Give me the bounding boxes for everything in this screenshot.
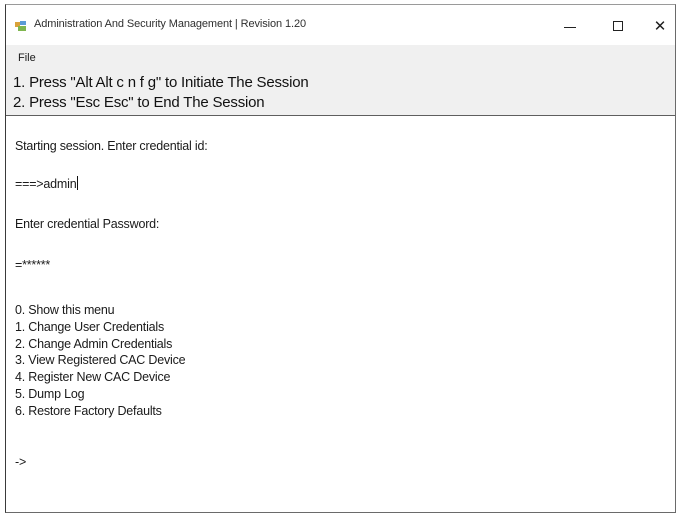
console-line-password-prompt: Enter credential Password: xyxy=(15,217,160,231)
console-line-starting: Starting session. Enter credential id: xyxy=(15,139,208,153)
instruction-end: 2. Press "Esc Esc" to End The Session xyxy=(13,94,265,111)
menu-item-number: 2. xyxy=(15,336,26,351)
menu-item-number: 3. xyxy=(15,353,26,368)
menu-item-label: Register New CAC Device xyxy=(28,370,171,385)
close-button[interactable]: ✕ xyxy=(640,13,680,39)
title-bar[interactable]: Administration And Security Management |… xyxy=(6,5,675,45)
console-line-id-input[interactable]: ===>admin xyxy=(15,176,79,191)
app-window: Administration And Security Management |… xyxy=(5,4,676,513)
console-prompt[interactable]: -> xyxy=(15,455,26,469)
maximize-button[interactable] xyxy=(598,13,638,39)
window-title: Administration And Security Management |… xyxy=(34,18,306,30)
menu-item-label: Change Admin Credentials xyxy=(28,336,173,351)
menu-item-number: 4. xyxy=(15,370,26,385)
instructions-panel: File 1. Press "Alt Alt c n f g" to Initi… xyxy=(6,45,675,116)
list-item: 5. Dump Log xyxy=(15,386,185,403)
id-input-text: ===>admin xyxy=(15,177,77,191)
console-area[interactable]: Starting session. Enter credential id: =… xyxy=(6,116,675,512)
maximize-icon xyxy=(613,21,623,31)
list-item: 0. Show this menu xyxy=(15,302,185,319)
list-item: 3. View Registered CAC Device xyxy=(15,352,186,369)
close-icon: ✕ xyxy=(653,16,667,35)
minimize-icon xyxy=(564,26,576,28)
list-item: 6. Restore Factory Defaults xyxy=(15,403,185,420)
app-icon xyxy=(14,19,28,31)
menu-file[interactable]: File xyxy=(18,52,36,64)
menu-item-label: Change User Credentials xyxy=(28,319,165,334)
text-caret xyxy=(77,176,79,190)
menu-item-label: Dump Log xyxy=(28,386,85,401)
menu-item-label: View Registered CAC Device xyxy=(28,353,186,368)
menu-item-number: 1. xyxy=(15,319,26,334)
list-item: 1. Change User Credentials xyxy=(15,319,185,336)
command-menu-list: 0. Show this menu 1. Change User Credent… xyxy=(15,302,186,420)
list-item: 4. Register New CAC Device xyxy=(15,369,185,386)
menu-item-label: Restore Factory Defaults xyxy=(28,403,162,418)
menu-item-number: 0. xyxy=(15,303,26,317)
instruction-start: 1. Press "Alt Alt c n f g" to Initiate T… xyxy=(13,74,309,91)
menu-item-number: 6. xyxy=(15,403,26,418)
console-line-password-input: =****** xyxy=(15,258,51,272)
menu-item-number: 5. xyxy=(15,386,26,401)
menu-item-label: Show this menu xyxy=(28,303,115,317)
minimize-button[interactable] xyxy=(550,13,590,39)
list-item: 2. Change Admin Credentials xyxy=(15,336,185,353)
